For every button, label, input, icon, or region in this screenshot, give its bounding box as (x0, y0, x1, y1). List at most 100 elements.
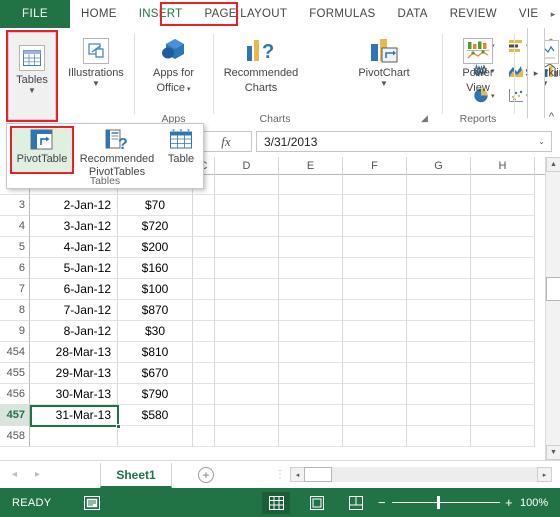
cell-empty[interactable] (343, 363, 407, 384)
vertical-scroll-thumb[interactable] (546, 277, 560, 301)
cell-date[interactable]: 8-Jan-12 (30, 321, 118, 342)
formula-expand-caret-icon[interactable]: ⌄ (538, 137, 545, 146)
cell-empty[interactable] (193, 384, 215, 405)
row-header[interactable]: 5 (0, 237, 30, 258)
cell-empty[interactable] (215, 426, 279, 447)
scroll-up-button[interactable]: ▲ (546, 157, 560, 172)
column-header-h[interactable]: H (471, 157, 535, 174)
cell-amount[interactable]: $200 (118, 237, 193, 258)
cell-empty[interactable] (193, 279, 215, 300)
cell-date[interactable]: 2-Jan-12 (30, 195, 118, 216)
menu-item-recommended-pivottables[interactable]: ? Recommended PivotTables (75, 127, 159, 178)
cell-empty[interactable] (407, 300, 471, 321)
cell-empty[interactable] (407, 195, 471, 216)
menu-item-pivottable[interactable]: PivotTable (11, 127, 73, 173)
collapse-ribbon-icon[interactable]: ^ (549, 111, 554, 123)
cell-empty[interactable] (279, 363, 343, 384)
cell-empty[interactable] (193, 342, 215, 363)
ribbon-scroll-right-icon[interactable]: ▸ (527, 28, 545, 118)
row-header[interactable]: 8 (0, 300, 30, 321)
cell-empty[interactable] (471, 258, 535, 279)
cell-amount[interactable] (118, 426, 193, 447)
tab-view[interactable]: VIE (508, 0, 549, 28)
cell-empty[interactable] (193, 363, 215, 384)
cell-empty[interactable] (215, 405, 279, 426)
cell-empty[interactable] (343, 174, 407, 195)
tab-data[interactable]: DATA (387, 0, 439, 28)
cell-amount[interactable]: $30 (118, 321, 193, 342)
table-row[interactable]: 8 7-Jan-12 $870 (0, 300, 545, 321)
table-row[interactable]: 6 5-Jan-12 $160 (0, 258, 545, 279)
cell-empty[interactable] (215, 384, 279, 405)
row-header[interactable]: 7 (0, 279, 30, 300)
cell-empty[interactable] (215, 258, 279, 279)
cell-amount[interactable]: $870 (118, 300, 193, 321)
page-break-view-button[interactable] (342, 492, 370, 514)
cell-empty[interactable] (279, 321, 343, 342)
table-row[interactable]: 454 28-Mar-13 $810 (0, 342, 545, 363)
apps-for-office-button[interactable]: Apps for Office ▾ (136, 32, 211, 96)
cell-date[interactable]: 5-Jan-12 (30, 258, 118, 279)
cell-empty[interactable] (193, 216, 215, 237)
cell-empty[interactable] (215, 174, 279, 195)
formula-input[interactable]: 3/31/2013 ⌄ (256, 131, 552, 152)
cell-empty[interactable] (343, 405, 407, 426)
cell-amount[interactable]: $70 (118, 195, 193, 216)
cell-empty[interactable] (407, 405, 471, 426)
cell-empty[interactable] (343, 279, 407, 300)
zoom-slider-track[interactable] (392, 502, 500, 503)
cell-date[interactable]: 4-Jan-12 (30, 237, 118, 258)
cell-empty[interactable] (279, 300, 343, 321)
cell-amount[interactable]: $790 (118, 384, 193, 405)
illustrations-dropdown-caret[interactable]: ▼ (92, 80, 100, 88)
cell-date[interactable] (30, 426, 118, 447)
cell-date[interactable]: 29-Mar-13 (30, 363, 118, 384)
table-row[interactable]: 3 2-Jan-12 $70 (0, 195, 545, 216)
table-row[interactable]: 457 31-Mar-13 $580 (0, 405, 545, 426)
cell-date[interactable]: 31-Mar-13 (30, 405, 118, 426)
cell-empty[interactable] (193, 426, 215, 447)
split-handle-icon[interactable]: ⋮ (275, 469, 286, 480)
cell-empty[interactable] (407, 342, 471, 363)
row-header[interactable]: 6 (0, 258, 30, 279)
cell-empty[interactable] (215, 237, 279, 258)
cell-empty[interactable] (471, 300, 535, 321)
pivotchart-dropdown-caret[interactable]: ▼ (380, 80, 388, 88)
cell-empty[interactable] (407, 279, 471, 300)
tab-review[interactable]: REVIEW (439, 0, 508, 28)
normal-view-button[interactable] (262, 491, 290, 514)
charts-dialog-launcher-icon[interactable]: ◢ (421, 113, 428, 124)
cell-amount[interactable]: $160 (118, 258, 193, 279)
cell-empty[interactable] (215, 321, 279, 342)
cell-empty[interactable] (407, 174, 471, 195)
cell-empty[interactable] (215, 342, 279, 363)
sheet-prev-icon[interactable]: ◂ (12, 469, 17, 480)
insert-function-button[interactable]: fx (200, 131, 252, 152)
tab-formulas[interactable]: FORMULAS (298, 0, 386, 28)
cell-empty[interactable] (279, 405, 343, 426)
horizontal-scroll-thumb[interactable] (304, 467, 332, 482)
hscroll-left-button[interactable]: ◂ (290, 467, 305, 482)
cell-empty[interactable] (279, 342, 343, 363)
cell-empty[interactable] (407, 237, 471, 258)
cell-empty[interactable] (279, 258, 343, 279)
cell-empty[interactable] (407, 216, 471, 237)
record-macro-icon[interactable] (84, 495, 100, 510)
table-row[interactable]: 9 8-Jan-12 $30 (0, 321, 545, 342)
pivotchart-button[interactable]: PivotChart ▼ (348, 32, 420, 88)
table-row[interactable]: 5 4-Jan-12 $200 (0, 237, 545, 258)
tab-insert[interactable]: INSERT (128, 0, 194, 28)
cell-empty[interactable] (407, 426, 471, 447)
cell-empty[interactable] (343, 342, 407, 363)
cell-empty[interactable] (407, 384, 471, 405)
row-header[interactable]: 4 (0, 216, 30, 237)
cell-empty[interactable] (193, 195, 215, 216)
cell-empty[interactable] (279, 426, 343, 447)
cell-empty[interactable] (343, 300, 407, 321)
cell-empty[interactable] (343, 216, 407, 237)
fill-handle[interactable] (116, 424, 121, 429)
table-row[interactable]: 458 (0, 426, 545, 447)
cell-date[interactable]: 3-Jan-12 (30, 216, 118, 237)
cell-date[interactable]: 28-Mar-13 (30, 342, 118, 363)
cell-date[interactable]: 7-Jan-12 (30, 300, 118, 321)
